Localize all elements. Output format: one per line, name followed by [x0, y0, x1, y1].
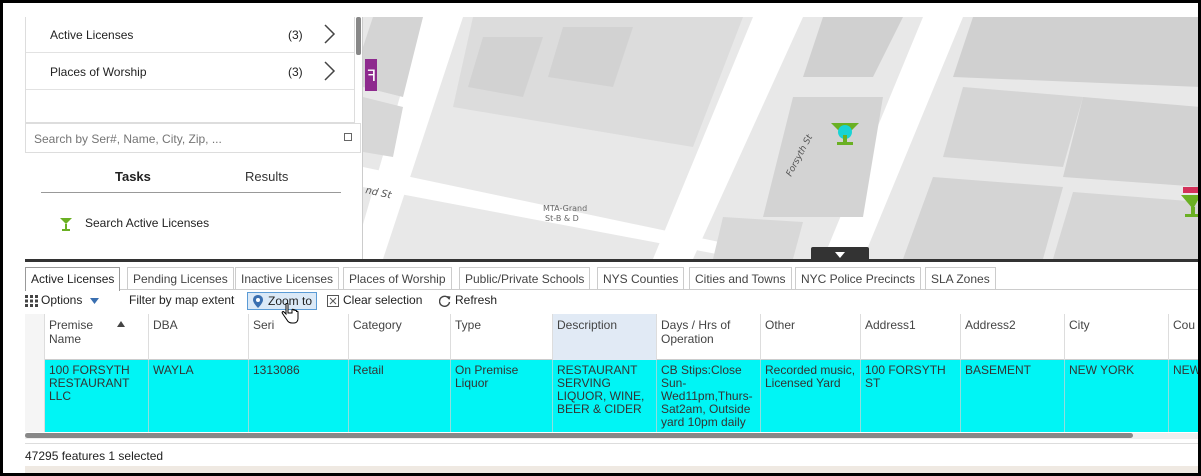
map-view[interactable]: ꟻ nd St Forsyth St MTA-Grand St-B & D — [363, 17, 1201, 259]
tab-active-licenses[interactable]: Active Licenses — [25, 267, 121, 291]
layer-item-count: (3) — [288, 65, 303, 79]
tab-sla-zones[interactable]: SLA Zones — [925, 267, 996, 289]
cell-address2: BASEMENT — [961, 360, 1065, 432]
column-header-label: Cou — [1173, 318, 1196, 332]
column-header-city[interactable]: City — [1065, 314, 1169, 360]
search-input[interactable] — [34, 130, 334, 148]
attribute-tabs: Active Licenses Pending Licenses Inactiv… — [25, 264, 1198, 291]
refresh-button[interactable]: Refresh — [439, 293, 497, 311]
cell-type: On Premise Liquor — [451, 360, 553, 432]
refresh-label: Refresh — [455, 293, 498, 307]
tab-public-private-schools[interactable]: Public/Private Schools — [459, 267, 591, 289]
clear-selection-button[interactable]: Clear selection — [327, 293, 422, 311]
app-frame: ꟻ nd St Forsyth St MTA-Grand St-B & D Ac… — [0, 0, 1201, 476]
sort-ascending-icon[interactable] — [117, 321, 125, 327]
options-button[interactable]: Options — [25, 293, 99, 311]
table-header: Premise Name DBA Seri Category Type Desc… — [45, 314, 1198, 360]
tab-nyc-police-precincts[interactable]: NYC Police Precincts — [795, 267, 922, 289]
layer-item-label: Active Licenses — [50, 28, 134, 42]
caret-down-icon — [89, 298, 99, 304]
panel-tabs: Tasks Results — [41, 167, 341, 193]
column-header-label: Description — [557, 318, 618, 332]
tab-cities-and-towns[interactable]: Cities and Towns — [689, 267, 792, 289]
task-label: Search Active Licenses — [85, 216, 210, 230]
horizontal-scrollbar[interactable] — [25, 433, 1198, 439]
search-box — [25, 123, 361, 153]
column-header-label: Address2 — [965, 318, 1016, 332]
caret-down-icon — [835, 252, 845, 258]
cell-description: RESTAURANT SERVING LIQUOR, WINE, BEER & … — [553, 360, 657, 432]
station-label-line2: St-B & D — [545, 214, 579, 223]
column-header-label: Seri — [253, 318, 275, 332]
attribute-table: Premise Name DBA Seri Category Type Desc… — [25, 314, 1198, 436]
column-header-type[interactable]: Type — [451, 314, 553, 360]
cell-category: Retail — [349, 360, 451, 432]
column-header-county[interactable]: Cou — [1169, 314, 1198, 360]
refresh-icon — [439, 295, 451, 307]
grid-icon — [25, 295, 38, 307]
hand-cursor-icon — [281, 303, 299, 324]
tab-places-of-worship[interactable]: Places of Worship — [343, 267, 452, 289]
tab-results[interactable]: Results — [245, 169, 288, 184]
clear-selection-label: Clear selection — [343, 293, 423, 307]
column-header-address1[interactable]: Address1 — [861, 314, 961, 360]
cell-city: NEW YORK — [1065, 360, 1169, 432]
column-header-label: Days / Hrs of Operation — [661, 318, 731, 346]
column-header-premise-name[interactable]: Premise Name — [45, 314, 149, 360]
column-header-days-hrs[interactable]: Days / Hrs of Operation — [657, 314, 761, 360]
layer-item-places-of-worship[interactable]: Places of Worship (3) — [26, 54, 354, 90]
column-header-label: Type — [455, 318, 482, 332]
map-canvas[interactable]: ꟻ nd St Forsyth St MTA-Grand St-B & D — [363, 17, 1201, 259]
column-header-other[interactable]: Other — [761, 314, 861, 360]
svg-text:ꟻ: ꟻ — [367, 66, 376, 85]
column-header-category[interactable]: Category — [349, 314, 451, 360]
panel-divider[interactable] — [25, 259, 1198, 262]
tab-nys-counties[interactable]: NYS Counties — [597, 267, 685, 289]
cell-premise-name: 100 FORSYTH RESTAURANT LLC — [45, 360, 149, 432]
filter-by-map-extent[interactable]: Filter by map extent — [129, 293, 234, 311]
chevron-right-icon[interactable] — [322, 23, 336, 45]
column-header-address2[interactable]: Address2 — [961, 314, 1065, 360]
layer-list: Active Licenses (3) Places of Worship (3… — [25, 17, 361, 123]
cell-days-hrs: CB Stips:Close Sun-Wed11pm,Thurs-Sat2am,… — [657, 360, 761, 432]
layer-item-active-licenses[interactable]: Active Licenses (3) — [26, 17, 354, 53]
tab-inactive-licenses[interactable]: Inactive Licenses — [235, 267, 340, 289]
task-search-active-licenses[interactable]: Search Active Licenses — [59, 213, 339, 233]
cell-serial: 1313086 — [249, 360, 349, 432]
status-text: 47295 features 1 selected — [25, 449, 164, 463]
column-header-serial[interactable]: Seri — [249, 314, 349, 360]
column-header-label: City — [1069, 318, 1090, 332]
row-selector-column[interactable] — [25, 314, 45, 432]
cell-other: Recorded music, Licensed Yard — [761, 360, 861, 432]
martini-icon — [60, 218, 72, 231]
scrollbar-thumb[interactable] — [25, 433, 1133, 438]
status-bar: 47295 features 1 selected — [25, 443, 1198, 465]
grid-toolbar: Options Filter by map extent Zoom to Cle… — [25, 292, 1198, 312]
cell-dba: WAYLA — [149, 360, 249, 432]
tab-tasks[interactable]: Tasks — [115, 169, 151, 184]
column-header-label: Address1 — [865, 318, 916, 332]
cell-county: NEW — [1169, 360, 1198, 432]
column-header-dba[interactable]: DBA — [149, 314, 249, 360]
column-header-label: Other — [765, 318, 796, 332]
side-panel: Active Licenses (3) Places of Worship (3… — [25, 17, 363, 259]
column-header-label: Premise Name — [49, 318, 94, 346]
chevron-right-icon[interactable] — [322, 60, 336, 82]
layer-list-scrollbar[interactable] — [356, 17, 361, 55]
map-pin-icon — [253, 295, 263, 308]
table-row[interactable]: 100 FORSYTH RESTAURANT LLC WAYLA 1313086… — [45, 360, 1198, 432]
minimize-icon[interactable] — [344, 133, 352, 141]
layer-item-label: Places of Worship — [50, 65, 147, 79]
column-header-description[interactable]: Description — [553, 314, 657, 360]
map-strip — [25, 466, 1198, 473]
column-header-label: DBA — [153, 318, 178, 332]
layer-item-count: (3) — [288, 28, 303, 42]
cell-address1: 100 FORSYTH ST — [861, 360, 961, 432]
tab-pending-licenses[interactable]: Pending Licenses — [127, 267, 234, 289]
station-label: MTA-Grand — [543, 204, 587, 213]
column-header-label: Category — [353, 318, 402, 332]
options-label: Options — [41, 293, 83, 307]
clear-icon — [327, 295, 339, 307]
